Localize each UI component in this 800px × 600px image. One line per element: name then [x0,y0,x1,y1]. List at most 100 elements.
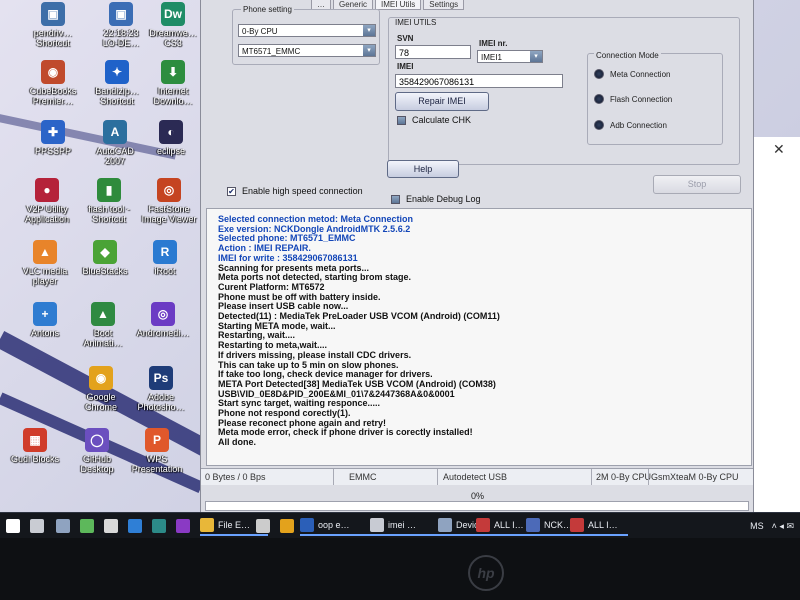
app-icon: ◆ [93,240,117,264]
app-icon: ◉ [41,60,65,84]
desktop-icon[interactable]: ◉ Google Chrome [70,366,132,412]
desktop-icon[interactable]: ▮ flash tool - Shortcut [78,178,140,224]
desktop-icon-label: flash tool - Shortcut [88,204,130,224]
desktop-icon[interactable]: ◎ FastStone Image Viewer [138,178,200,224]
taskbar-item-label: oop e… [318,520,350,530]
desktop-icon[interactable]: + Antons [14,302,76,338]
phone-setting-title: Phone setting [241,5,294,14]
taskbar-item[interactable]: oop e… [300,516,380,536]
desktop-icon[interactable]: ◐ eclipse [140,120,202,156]
desktop-icon-label: V2P Utility Application [24,204,70,224]
calculate-chk-row[interactable]: Calculate CHK [397,115,471,125]
imei-field[interactable]: 358429067086131 [395,74,563,88]
log-output[interactable]: Selected connection metod: Meta Connecti… [206,208,752,466]
status-cpu: 2M 0-By CPU [596,472,652,482]
desktop-icon[interactable]: A AutoCAD 2007 [84,120,146,166]
chevron-down-icon: ▾ [530,51,542,62]
app-icon: R [153,240,177,264]
imei-nr-select[interactable]: IMEI1 ▾ [477,50,543,63]
app-icon: ▣ [41,2,65,26]
status-transfer: 0 Bytes / 0 Bps [205,472,266,482]
meta-connection-label: Meta Connection [610,69,671,79]
progress-text: 0% [471,491,485,501]
help-button[interactable]: Help [387,160,459,178]
app-icon: Dw [161,2,185,26]
close-icon[interactable]: ✕ [773,141,785,158]
desktop-icon-label: BlueStacks [82,266,128,276]
taskbar-app-icon [30,519,44,533]
imei-nr-select-value: IMEI1 [481,53,502,62]
desktop-icon[interactable]: Dw Dreamwe… CS3 [142,2,204,48]
desktop-icon[interactable]: ◎ Andromedi… [132,302,194,338]
stop-button[interactable]: Stop [653,175,741,194]
app-icon: ▲ [33,240,57,264]
desktop-icon[interactable]: ▲ Boot Animati… [72,302,134,348]
flash-connection-label: Flash Connection [610,94,673,104]
taskbar-app-icon [152,519,166,533]
desktop-icon[interactable]: ▦ Gudi Blocks [4,428,66,464]
high-speed-row[interactable]: ✔ Enable high speed connection [227,186,363,196]
adb-connection-label: Adb Connection [610,120,667,130]
status-usb: Autodetect USB [443,472,508,482]
log-line: Starting META mode, wait... [218,320,336,331]
desktop-icon-label: VLC media player [22,266,68,286]
status-separator [437,469,438,485]
tab-settings[interactable]: Settings [423,0,465,10]
progress-bar [205,501,749,511]
flash-connection-radio[interactable] [594,94,604,104]
taskbar-app-icon [476,518,490,532]
meta-connection-radio[interactable] [594,69,604,79]
flash-connection-option[interactable]: Flash Connection [594,94,672,104]
desktop-icon-label: pendriv… Shortcut [33,28,73,48]
desktop-icon-label: iRoot [154,266,176,276]
svn-field[interactable]: 78 [395,45,471,59]
log-line: All done. [218,437,256,448]
app-icon: ● [35,178,59,202]
platform-select-value: MT6571_EMMC [242,47,301,56]
taskbar-item-label: ALL I… [588,520,618,530]
desktop-icon[interactable]: ⬇ Internet Downlo… [142,60,204,106]
meta-connection-option[interactable]: Meta Connection [594,69,670,79]
calculate-chk-checkbox[interactable] [397,115,406,125]
adb-connection-option[interactable]: Adb Connection [594,120,667,130]
app-icon: ▲ [91,302,115,326]
imei-label: IMEI [397,62,414,71]
status-separator [333,469,334,485]
app-icon: Ps [149,366,173,390]
laptop-bezel [0,538,800,600]
taskbar-item[interactable]: imei … [370,516,446,536]
desktop-icon[interactable]: ◆ BlueStacks [74,240,136,276]
desktop-icon[interactable]: ✚ PPSSPP [22,120,84,156]
debug-log-checkbox[interactable] [391,194,400,204]
status-separator [648,469,649,485]
tray-text[interactable]: MS [750,521,764,531]
desktop-icon-label: AutoCAD 2007 [96,146,134,166]
platform-select[interactable]: MT6571_EMMC ▾ [238,44,376,57]
taskbar-item-label: imei … [388,520,417,530]
taskbar-item[interactable]: ALL I… [570,516,628,536]
svn-label: SVN [397,34,414,43]
desktop-icon[interactable]: ✦ Bandizip… Shortcut [86,60,148,106]
desktop-icon[interactable]: ▣ pendriv… Shortcut [22,2,84,48]
app-icon: ◉ [89,366,113,390]
taskbar-app-icon [104,519,118,533]
status-storage: EMMC [349,472,377,482]
cpu-select[interactable]: 0-By CPU ▾ [238,24,376,37]
desktop-icon[interactable]: P WPS Presentation [126,428,188,474]
desktop-icon[interactable]: ◉ CubeBooks Premier… [22,60,84,106]
desktop-icon[interactable]: ▲ VLC media player [14,240,76,286]
tray-icons[interactable]: ˄ ◂ ✉ [772,521,794,532]
desktop-icon[interactable]: RiRoot [134,240,196,276]
desktop-icon[interactable]: ● V2P Utility Application [16,178,78,224]
app-icon: P [145,428,169,452]
repair-imei-button[interactable]: Repair IMEI [395,92,489,111]
desktop-icon-label: PPSSPP [34,146,72,156]
tab-imei-utils[interactable]: IMEI Utils [375,0,422,10]
debug-log-row[interactable]: Enable Debug Log [391,194,481,204]
background-window[interactable]: ✕ [752,137,800,512]
desktop-icon[interactable]: ◯ GitHub Desktop [66,428,128,474]
app-icon: ▮ [97,178,121,202]
adb-connection-radio[interactable] [594,120,604,130]
desktop-icon[interactable]: Ps Adobe Photosho… [130,366,192,412]
high-speed-checkbox[interactable]: ✔ [227,186,236,196]
